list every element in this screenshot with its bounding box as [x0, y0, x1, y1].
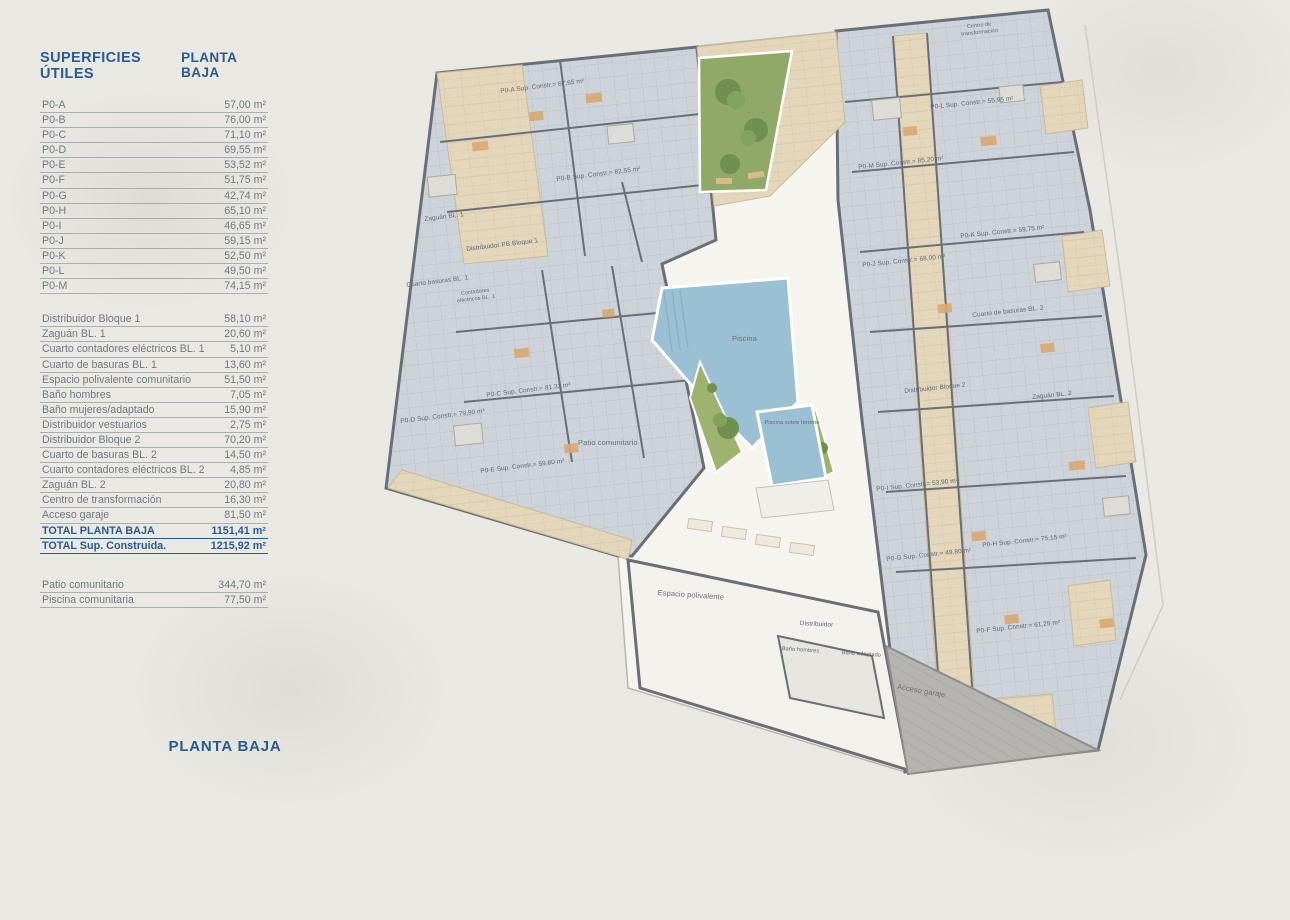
floor-plan: P0-A Sup. Constr.= 67,65 m² P0-B Sup. Co…	[0, 0, 1290, 840]
floor-plan-drawing	[0, 0, 1290, 840]
plan-label-piscina: Piscina	[732, 334, 757, 343]
plan-label-patio-comunitario: Patio comunitario	[578, 438, 638, 447]
plan-label-piscina-terreno: Piscina sobre terreno	[764, 420, 820, 427]
